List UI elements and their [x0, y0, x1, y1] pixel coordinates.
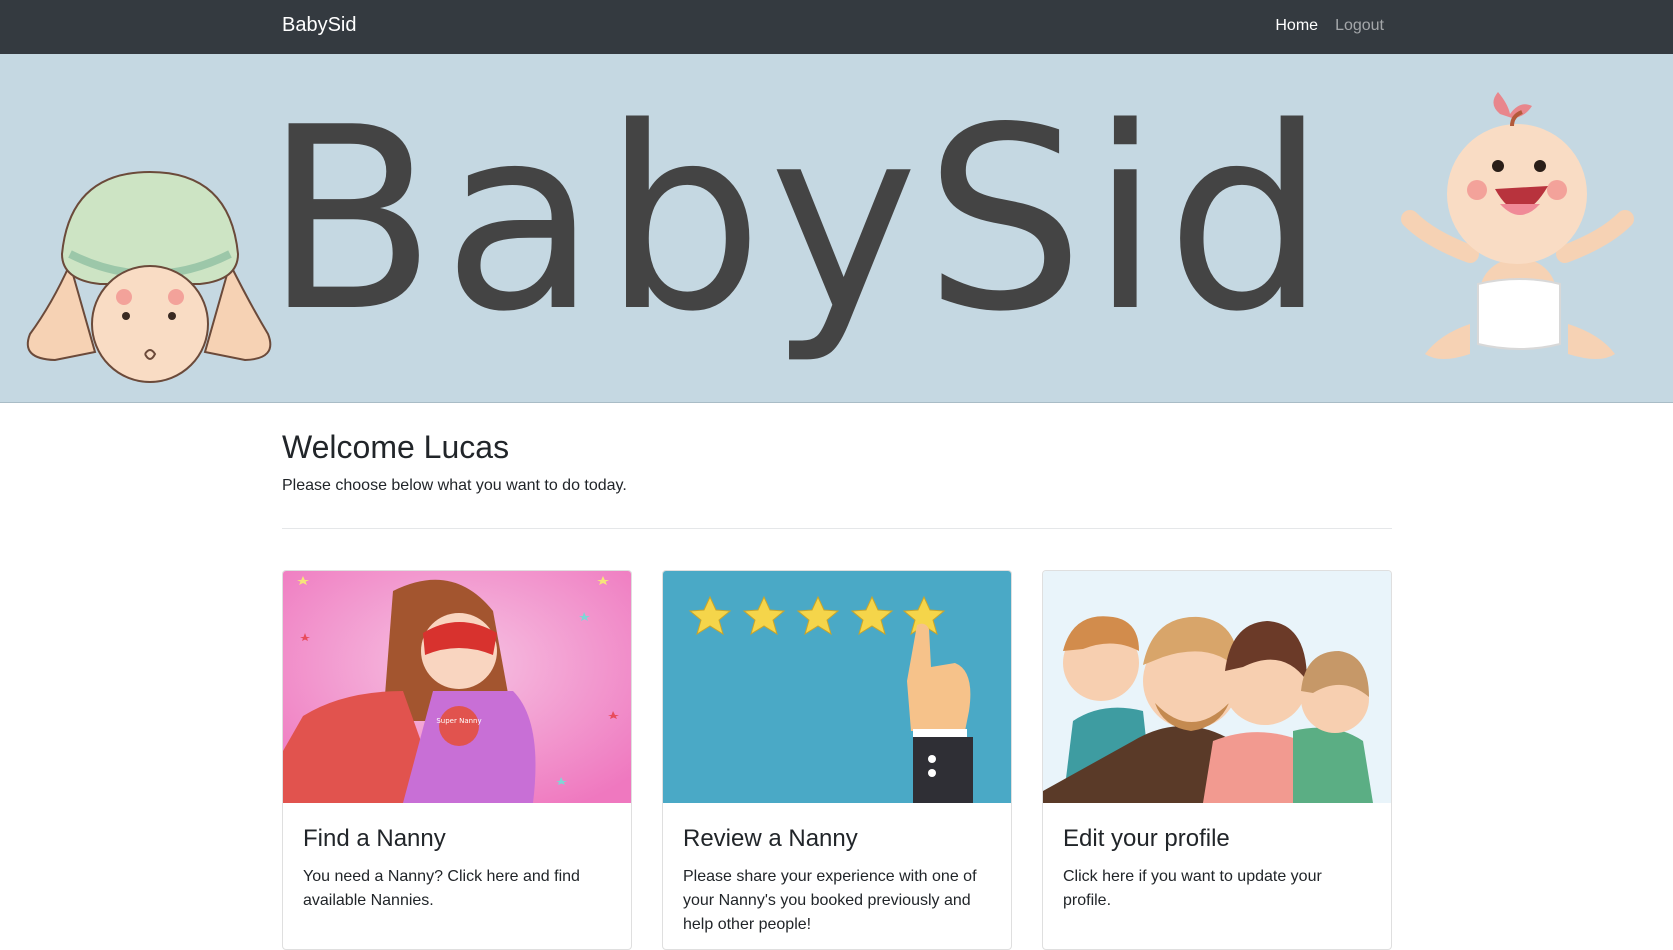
family-illustration	[1043, 571, 1391, 803]
find-nanny-text: You need a Nanny? Click here and find av…	[303, 868, 580, 909]
edit-profile-title: Edit your profile	[1063, 825, 1230, 852]
star-rating-illustration	[663, 571, 1011, 803]
edit-profile-text: Click here if you want to update your pr…	[1063, 868, 1322, 909]
find-nanny-card[interactable]: Super Nanny Find a Nanny You need a Nann…	[282, 570, 632, 950]
review-nanny-card[interactable]: Review a Nanny Please share your experie…	[662, 570, 1012, 950]
review-nanny-title: Review a Nanny	[683, 825, 858, 852]
section-divider	[282, 528, 1392, 529]
top-navbar: BabySid Home Logout	[0, 0, 1673, 54]
edit-profile-card[interactable]: Edit your profile Click here if you want…	[1042, 570, 1392, 950]
super-nanny-illustration: Super Nanny	[283, 571, 631, 803]
page-title: Welcome Lucas	[282, 429, 510, 465]
nav-links: Home Logout	[1275, 17, 1384, 35]
hero-title: BabySid	[264, 74, 1332, 367]
nav-logout-link[interactable]: Logout	[1335, 17, 1384, 35]
navbar-brand[interactable]: BabySid	[282, 14, 357, 37]
hero-banner: BabySid	[0, 54, 1673, 403]
review-nanny-text: Please share your experience with one of…	[683, 868, 977, 933]
page-subtitle: Please choose below what you want to do …	[282, 477, 627, 494]
right-baby-illustration	[1401, 92, 1634, 359]
super-nanny-badge: Super Nanny	[436, 717, 481, 725]
left-baby-illustration	[26, 170, 272, 383]
nav-home-link[interactable]: Home	[1275, 17, 1318, 35]
find-nanny-title: Find a Nanny	[303, 825, 446, 852]
hero-artwork: BabySid	[26, 74, 1634, 383]
